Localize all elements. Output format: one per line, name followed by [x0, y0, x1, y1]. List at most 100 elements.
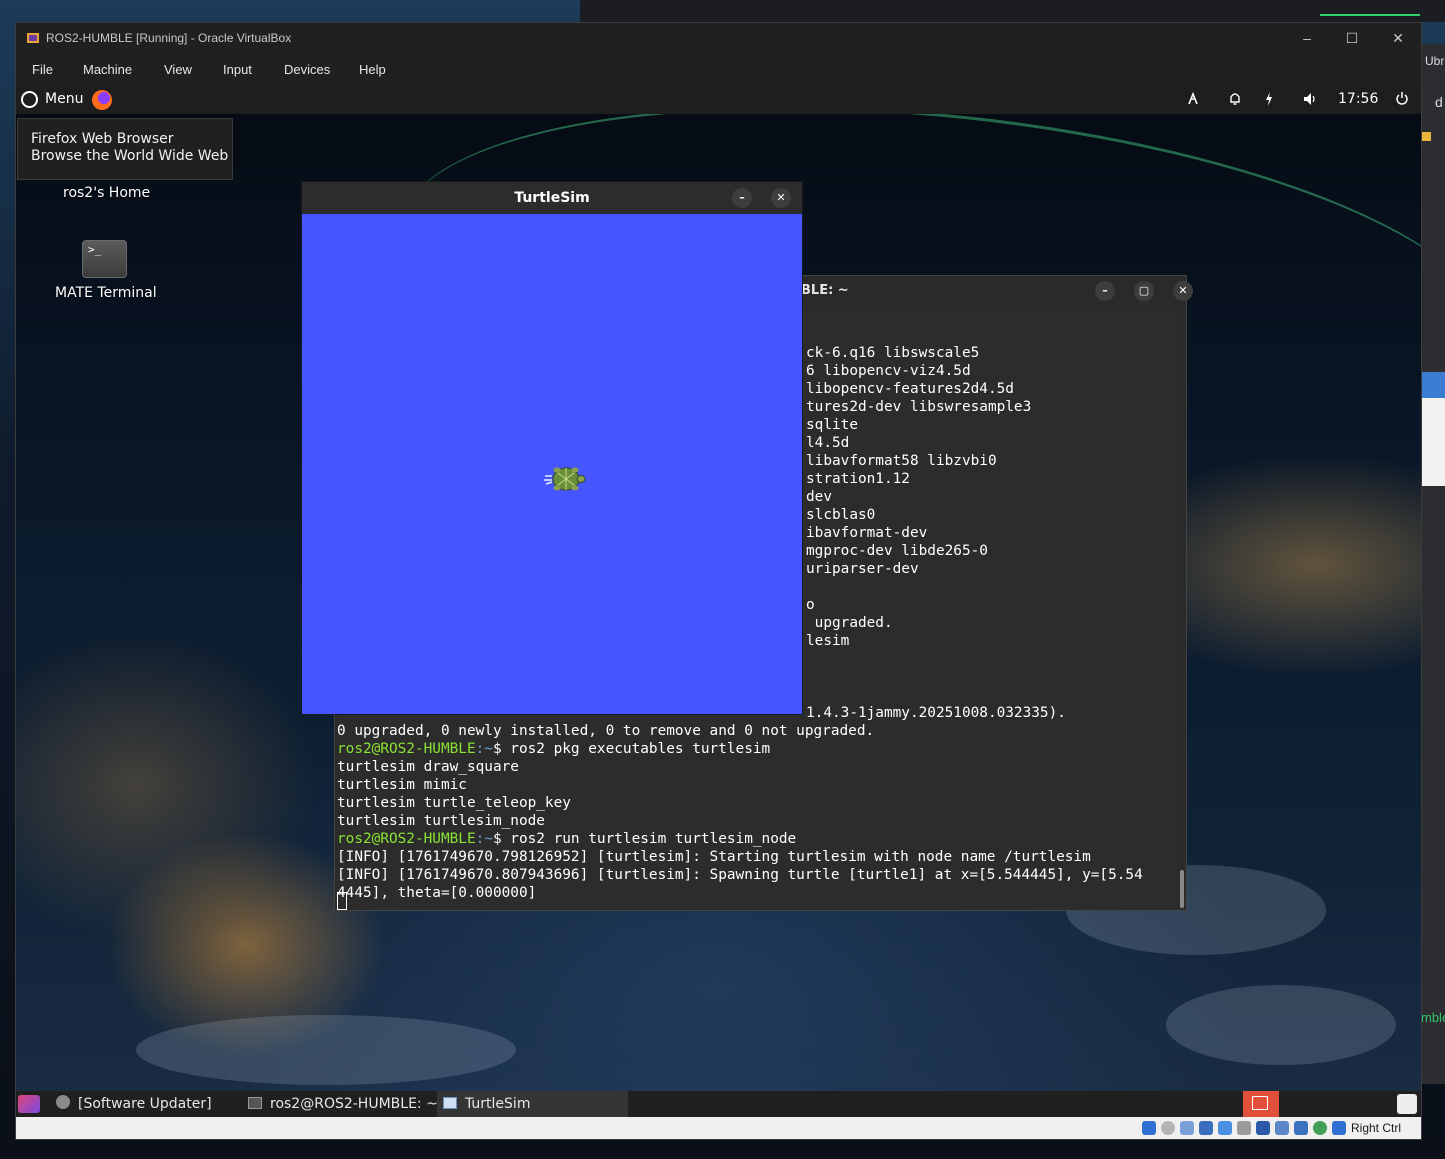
- cpu-icon[interactable]: [1294, 1121, 1308, 1135]
- turtlesim-titlebar[interactable]: TurtleSim – ✕: [302, 182, 802, 214]
- terminal-line: libavformat58 libzvbi0: [806, 453, 997, 469]
- trash-icon[interactable]: [1397, 1094, 1417, 1114]
- usb-icon[interactable]: [1218, 1121, 1232, 1135]
- ubuntu-menu-icon[interactable]: [21, 91, 38, 108]
- menu-button[interactable]: Menu: [45, 91, 83, 107]
- terminal-line: lesim: [806, 633, 850, 649]
- hard-disk-icon[interactable]: [1142, 1121, 1156, 1135]
- desktop-icon-home-label[interactable]: ros2's Home: [63, 185, 150, 201]
- terminal-command: $ ros2 run turtlesim turtlesim_node: [492, 831, 797, 847]
- host-window-partial-title: Ubr: [1425, 54, 1445, 68]
- terminal-line: ros2@ROS2-HUMBLE:~$ ros2 pkg executables…: [337, 740, 770, 758]
- terminal-line: ck-6.q16 libswscale5: [806, 345, 980, 361]
- host-window-partial-bar: [1421, 372, 1445, 398]
- network-adapter-icon[interactable]: [1199, 1121, 1213, 1135]
- host-background-window: [580, 0, 1445, 22]
- display-icon[interactable]: [1256, 1121, 1270, 1135]
- terminal-line: turtlesim turtle_teleop_key: [337, 795, 571, 811]
- network-icon[interactable]: [1186, 90, 1200, 108]
- terminal-line: mgproc-dev libde265-0: [806, 543, 988, 559]
- host-window-partial-text: d: [1435, 94, 1443, 110]
- terminal-line: [INFO] [1761749670.807943696] [turtlesim…: [337, 867, 1143, 883]
- terminal-line: turtlesim mimic: [337, 777, 467, 793]
- show-desktop-button[interactable]: [16, 1091, 42, 1117]
- mouse-integration-icon[interactable]: [1332, 1121, 1346, 1135]
- tooltip-title: Firefox Web Browser: [31, 131, 174, 147]
- recording-icon[interactable]: [1275, 1121, 1289, 1135]
- guest-additions-icon[interactable]: [1313, 1121, 1327, 1135]
- terminal-prompt-user: ros2@ROS2-HUMBLE: [337, 741, 476, 757]
- terminal-maximize-button[interactable]: ▢: [1134, 281, 1154, 301]
- close-button[interactable]: ✕: [1384, 27, 1412, 49]
- terminal-line: sqlite: [806, 417, 858, 433]
- host-key-label: Right Ctrl: [1351, 1121, 1402, 1135]
- taskbar-item-label: [Software Updater]: [78, 1096, 212, 1112]
- terminal-icon[interactable]: >_: [82, 240, 127, 278]
- host-background-window-edge: Ubr d mble: [1421, 44, 1445, 1084]
- folder-icon: [1421, 132, 1431, 141]
- power-icon[interactable]: [1395, 90, 1409, 108]
- menu-machine[interactable]: Machine: [83, 62, 132, 77]
- firefox-icon[interactable]: [92, 90, 112, 110]
- taskbar-item-label: ros2@ROS2-HUMBLE: ~: [270, 1096, 438, 1112]
- shared-folders-icon[interactable]: [1237, 1121, 1251, 1135]
- terminal-line: tures2d-dev libswresample3: [806, 399, 1032, 415]
- host-window-partial-panel: [1421, 398, 1445, 486]
- workspace-icon: [1252, 1096, 1268, 1110]
- power-status-icon[interactable]: [1263, 90, 1275, 108]
- host-window-partial-label: mble: [1421, 1010, 1445, 1025]
- taskbar-item-terminal[interactable]: ros2@ROS2-HUMBLE: ~: [248, 1091, 438, 1117]
- turtlesim-canvas[interactable]: [302, 214, 802, 714]
- minimize-button[interactable]: –: [1293, 27, 1321, 49]
- workspace-switcher[interactable]: [1243, 1091, 1279, 1117]
- terminal-line: ibavformat-dev: [806, 525, 928, 541]
- cloud-decoration: [136, 1015, 516, 1085]
- turtlesim-title: TurtleSim: [514, 190, 590, 206]
- terminal-prompt-path: :~: [475, 741, 493, 757]
- terminal-line: uriparser-dev: [806, 561, 919, 577]
- taskbar-item-label: TurtleSim: [465, 1096, 531, 1112]
- terminal-line: l4.5d: [806, 435, 850, 451]
- terminal-scrollbar[interactable]: [1180, 870, 1184, 908]
- optical-drive-icon[interactable]: [1161, 1121, 1175, 1135]
- maximize-button[interactable]: ☐: [1338, 27, 1366, 49]
- audio-icon[interactable]: [1180, 1121, 1194, 1135]
- taskbar-item-software-updater[interactable]: [Software Updater]: [56, 1091, 216, 1117]
- terminal-line: 6 libopencv-viz4.5d: [806, 363, 971, 379]
- desktop-icon-terminal-label[interactable]: MATE Terminal: [55, 285, 157, 301]
- turtlesim-minimize-button[interactable]: –: [732, 188, 752, 208]
- panel-clock[interactable]: 17:56: [1338, 91, 1378, 107]
- menu-devices[interactable]: Devices: [284, 62, 330, 77]
- turtlesim-window: TurtleSim – ✕: [301, 181, 803, 715]
- menu-input[interactable]: Input: [223, 62, 252, 77]
- virtualbox-window-title: ROS2-HUMBLE [Running] - Oracle VirtualBo…: [46, 31, 292, 45]
- terminal-minimize-button[interactable]: –: [1095, 281, 1115, 301]
- notification-bell-icon[interactable]: [1228, 90, 1242, 108]
- guest-desktop: Menu 17:56 ros2's Home >_ MATE Terminal …: [16, 85, 1421, 1117]
- terminal-line: upgraded.: [806, 615, 893, 631]
- terminal-line: dev: [806, 489, 832, 505]
- terminal-line: libopencv-features2d4.5d: [806, 381, 1014, 397]
- terminal-close-button[interactable]: ✕: [1173, 281, 1193, 301]
- menu-file[interactable]: File: [32, 62, 53, 77]
- terminal-prompt-user: ros2@ROS2-HUMBLE: [337, 831, 476, 847]
- menu-view[interactable]: View: [164, 62, 192, 77]
- terminal-line: stration1.12: [806, 471, 910, 487]
- terminal-title: BLE: ~: [801, 283, 849, 298]
- firefox-tooltip: Firefox Web Browser Browse the World Wid…: [17, 118, 233, 180]
- turtlesim-close-button[interactable]: ✕: [771, 188, 791, 208]
- menu-help[interactable]: Help: [359, 62, 386, 77]
- software-updater-icon: [56, 1095, 70, 1109]
- virtualbox-app-icon: [27, 33, 39, 43]
- volume-icon[interactable]: [1302, 90, 1318, 108]
- terminal-line: 1.4.3-1jammy.20251008.032335).: [806, 705, 1066, 721]
- terminal-line: 0 upgraded, 0 newly installed, 0 to remo…: [337, 723, 875, 739]
- show-desktop-icon: [18, 1095, 40, 1113]
- virtualbox-titlebar[interactable]: ROS2-HUMBLE [Running] - Oracle VirtualBo…: [16, 23, 1421, 54]
- virtualbox-menubar: File Machine View Input Devices Help: [16, 54, 1421, 85]
- terminal-line: o: [806, 597, 815, 613]
- terminal-icon-glyph: >_: [88, 243, 102, 256]
- taskbar-item-turtlesim[interactable]: TurtleSim: [437, 1091, 628, 1117]
- terminal-line: turtlesim draw_square: [337, 759, 519, 775]
- terminal-line: turtlesim turtlesim_node: [337, 813, 545, 829]
